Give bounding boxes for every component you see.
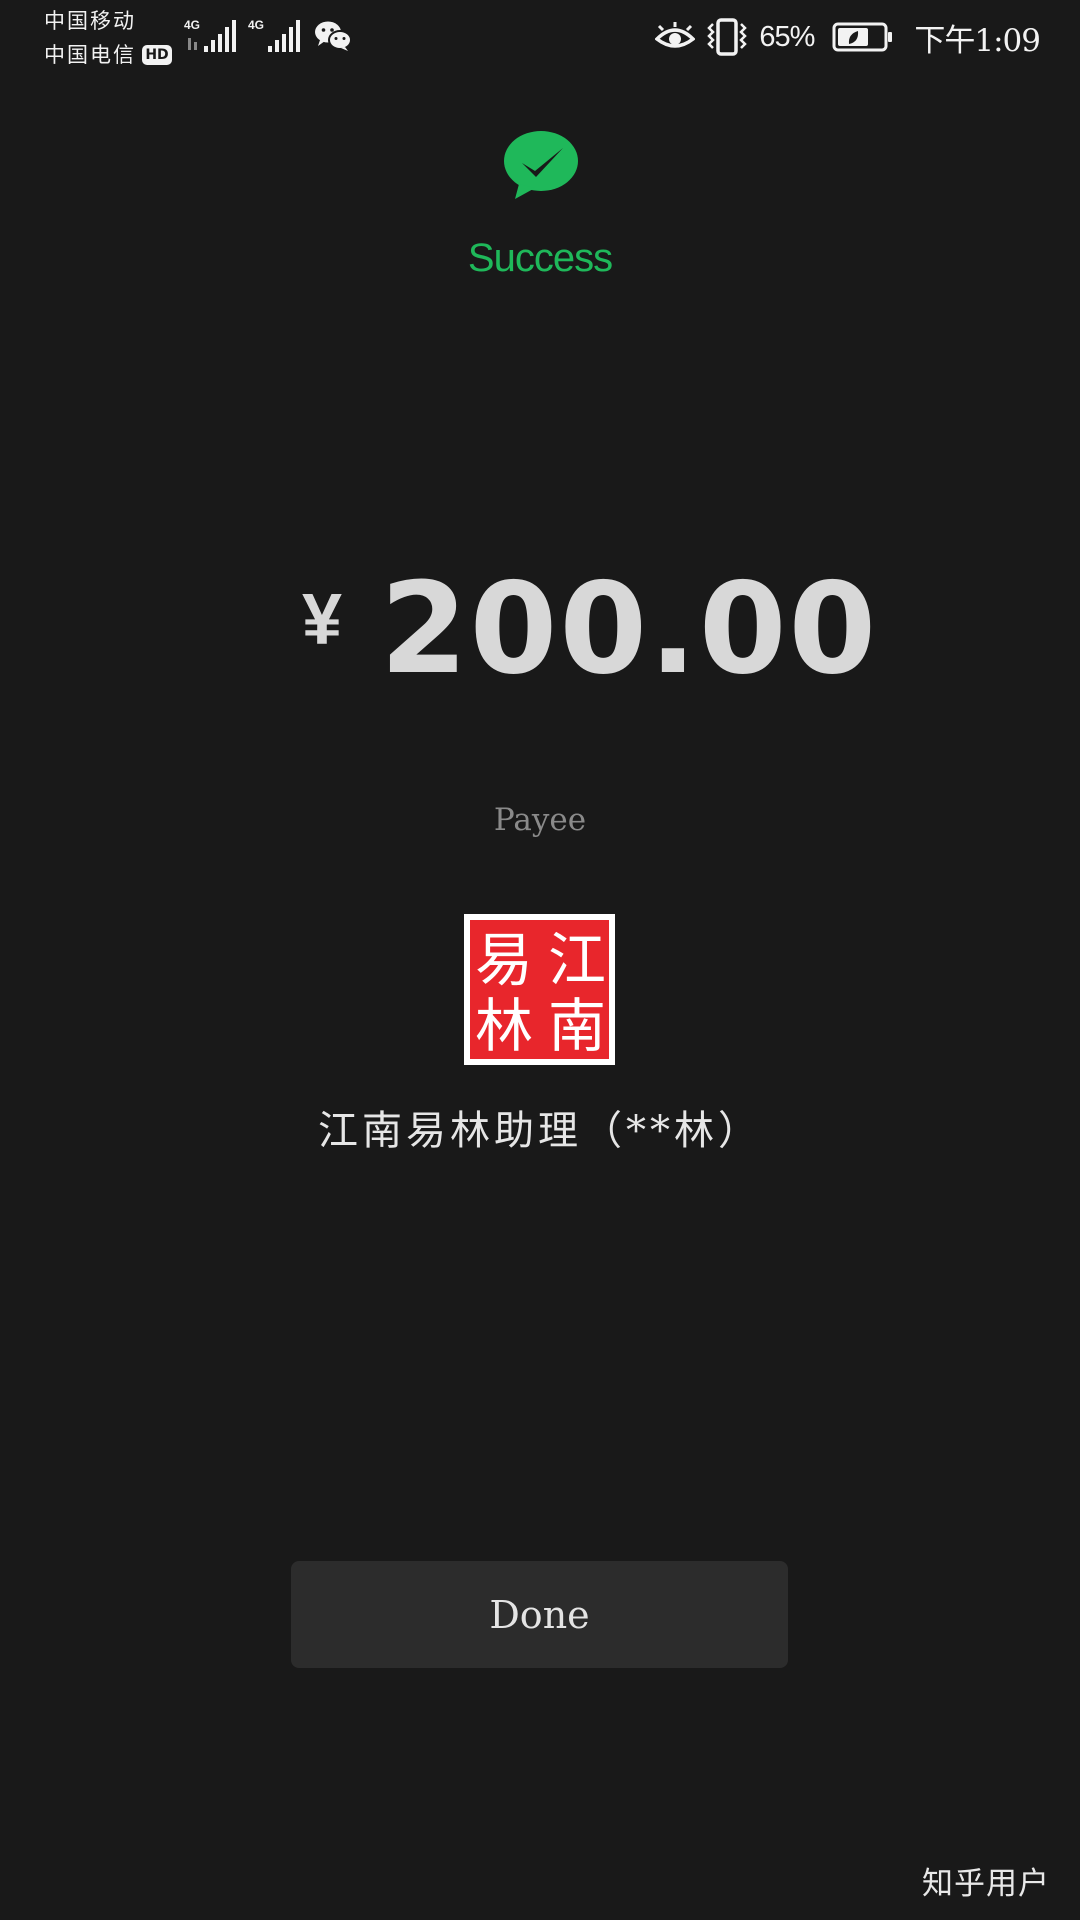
amount-value: 200.00 (380, 555, 879, 702)
carrier-1-label: 中国移动 (44, 9, 136, 33)
hd-badge: HD (142, 45, 172, 65)
signal-icon: 4G (184, 18, 236, 52)
payee-name: 江南易林助理（**林） (318, 1108, 762, 1154)
wechat-icon (315, 21, 352, 51)
carrier-info: 中国移动 中国电信 HD (44, 4, 184, 72)
battery-percent: 65% (759, 20, 815, 53)
amount-display: ¥ 200.00 (0, 555, 1080, 702)
clock: 下午1:09 (914, 22, 1041, 59)
battery-icon (832, 22, 893, 52)
watermark: 知乎用户 (922, 1866, 1050, 1902)
seal-char: 易 (475, 926, 533, 994)
done-button[interactable]: Done (291, 1561, 788, 1668)
seal-char: 南 (548, 992, 606, 1060)
network-2-label: 4G (248, 18, 264, 32)
success-check-icon (504, 131, 578, 199)
payee-label: Payee (493, 802, 587, 838)
eye-icon (655, 22, 696, 48)
status-title: Success (467, 236, 613, 280)
status-bar: 中国移动 中国电信 HD 4G 4G 65% 下午1:09 (0, 0, 1080, 76)
payee-avatar: 江 南 易 林 (464, 914, 615, 1065)
carrier-2-label: 中国电信 (44, 43, 136, 67)
currency-symbol: ¥ (302, 580, 343, 660)
signal-icon: 4G (248, 18, 300, 52)
vibrate-icon (707, 18, 748, 56)
seal-char: 江 (548, 926, 606, 994)
status-right: 65% 下午1:09 (655, 12, 1041, 62)
network-1-label: 4G (184, 18, 200, 32)
seal-char: 林 (475, 992, 533, 1060)
